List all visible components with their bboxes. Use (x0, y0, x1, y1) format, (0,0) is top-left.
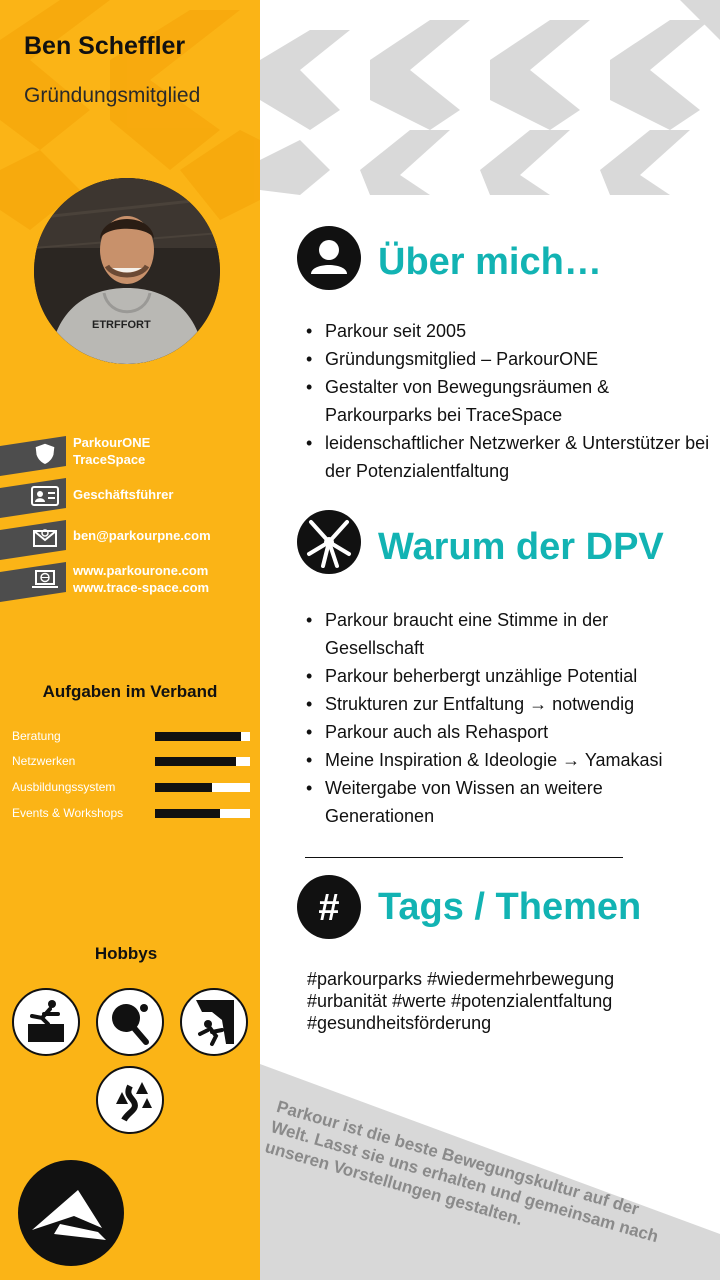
hobbies-title: Hobbys (94, 944, 158, 963)
task-row: Events & Workshops (12, 805, 252, 821)
list-item: Strukturen zur Entfaltung → notwendig (300, 690, 685, 718)
shield-icon (35, 443, 55, 464)
list-item: Parkour beherbergt unzählige Potential (300, 662, 685, 690)
tags-title: Tags / Themen (378, 886, 642, 928)
profile-photo: ETRFFORT (34, 178, 220, 364)
contact-email-line[interactable]: ben@parkourpne.com (73, 527, 211, 544)
list-item: Parkour auch als Rehasport (300, 718, 685, 746)
tag-item[interactable]: #werte (392, 991, 446, 1011)
tag-item[interactable]: #parkourparks (307, 969, 422, 989)
task-label: Netzwerken (12, 754, 76, 768)
parkour-vault-icon (12, 988, 80, 1056)
tags-list: #parkourparks #wiedermehrbewegung #urbani… (307, 968, 697, 1034)
sidebar: Ben Scheffler Gründungsmitglied ETRFFORT… (0, 0, 260, 1280)
svg-text:ETRFFORT: ETRFFORT (92, 319, 151, 331)
list-item: Parkour seit 2005 (300, 317, 715, 345)
list-item: Gründungsmitglied – ParkourONE (300, 345, 715, 373)
tag-item[interactable]: #wiedermehrbewegung (427, 969, 614, 989)
task-level-bar (155, 809, 250, 818)
envelope-icon (33, 529, 57, 547)
list-item: Meine Inspiration & Ideologie → Yamakasi (300, 746, 685, 774)
id-card-icon (31, 486, 59, 506)
contact-position-line: Geschäftsführer (73, 487, 174, 502)
about-list: Parkour seit 2005 Gründungsmitglied – Pa… (300, 317, 715, 485)
tasks-title: Aufgaben im Verband (42, 682, 218, 701)
about-title: Über mich… (378, 241, 602, 283)
tag-item[interactable]: #potenzialentfaltung (451, 991, 612, 1011)
why-list: Parkour braucht eine Stimme in der Gesel… (300, 606, 685, 830)
user-icon (297, 226, 361, 290)
task-row: Netzwerken (12, 753, 252, 769)
laptop-globe-icon (32, 570, 58, 588)
task-label: Beratung (12, 729, 61, 743)
task-level-bar (155, 783, 250, 792)
climbing-icon (180, 988, 248, 1056)
table-tennis-icon (96, 988, 164, 1056)
zigzag-pattern-right (260, 0, 720, 195)
contact-website-2[interactable]: www.trace-space.com (73, 579, 209, 596)
list-item: Parkour braucht eine Stimme in der Gesel… (300, 606, 675, 662)
profile-role: Gründungsmitglied (24, 84, 201, 107)
task-level-bar (155, 757, 250, 766)
parkourone-logo (18, 1160, 124, 1266)
contact-company-line-2: TraceSpace (73, 452, 146, 467)
hands-together-icon (297, 510, 361, 574)
profile-name: Ben Scheffler (24, 32, 186, 60)
task-row: Ausbildungssystem (12, 779, 252, 795)
divider (305, 857, 623, 858)
tag-item[interactable]: #gesundheitsförderung (307, 1013, 491, 1033)
task-row: Beratung (12, 728, 252, 744)
contact-company-line-1: ParkourONE (73, 435, 151, 450)
task-label: Events & Workshops (12, 806, 124, 820)
trail-running-icon (96, 1066, 164, 1134)
list-item: Weitergabe von Wissen an weitere Generat… (300, 774, 685, 830)
hashtag-icon: # (297, 875, 361, 939)
contact-website-1[interactable]: www.parkourone.com (73, 562, 209, 579)
list-item: Gestalter von Bewegungsräumen & Parkourp… (300, 373, 655, 429)
list-item: leidenschaftlicher Netzwerker & Unterstü… (300, 429, 715, 485)
tag-item[interactable]: #urbanität (307, 991, 387, 1011)
task-level-bar (155, 732, 250, 741)
svg-text:#: # (318, 887, 339, 929)
task-label: Ausbildungssystem (12, 780, 116, 794)
why-title: Warum der DPV (378, 526, 664, 568)
